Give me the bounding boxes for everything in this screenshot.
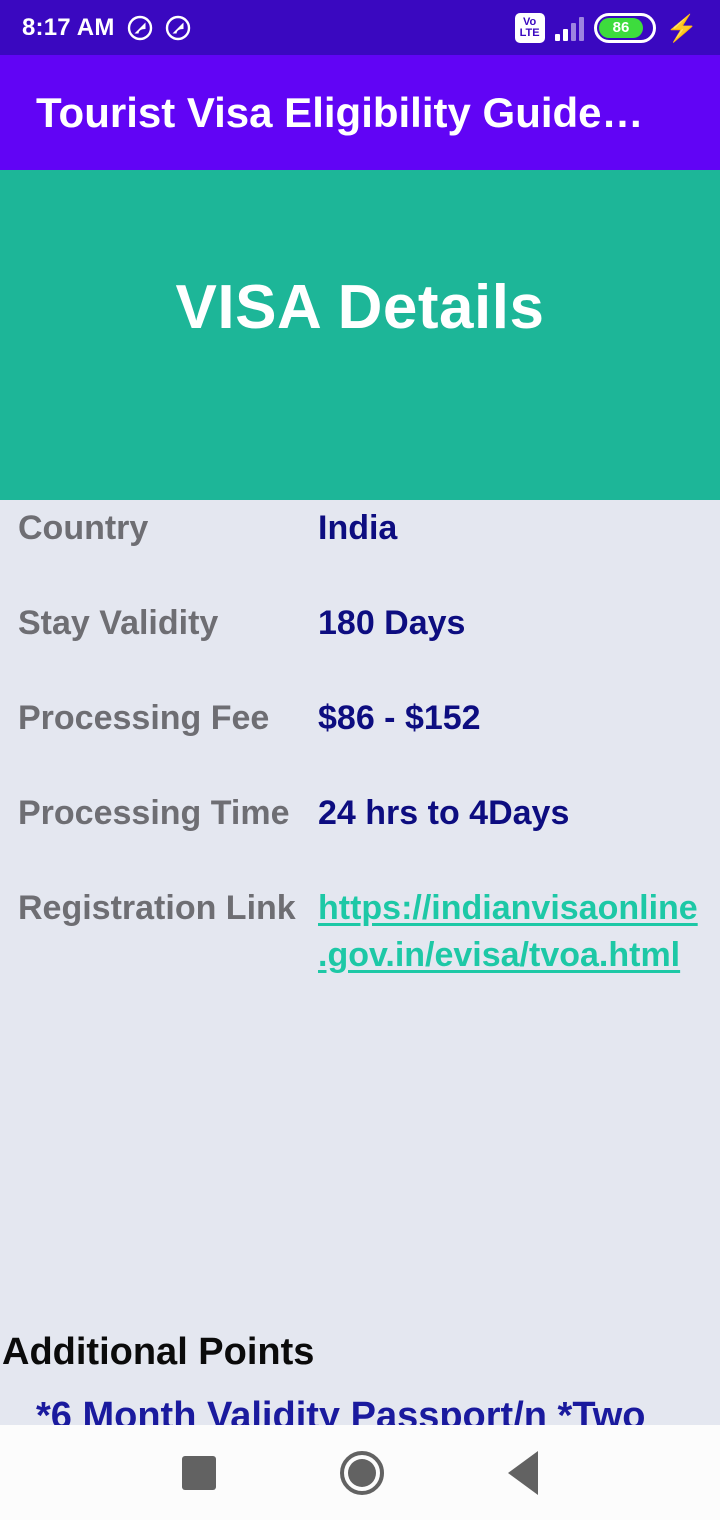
status-bar-clock: 8:17 AM	[22, 13, 115, 41]
registration-link[interactable]: https://indianvisaonline.gov.in/evisa/tv…	[318, 885, 702, 979]
charging-bolt-icon: ⚡	[665, 12, 698, 43]
notification-circle-icon	[127, 15, 153, 41]
volte-icon: Vo LTE	[514, 12, 545, 43]
status-bar-left: 8:17 AM	[22, 14, 191, 42]
square-recents-icon[interactable]	[182, 1455, 216, 1490]
app-bar: Tourist Visa Eligibility Guide…	[0, 55, 720, 170]
battery-percent-label: 86	[598, 17, 644, 38]
detail-label-processing-fee: Processing Fee	[18, 698, 270, 737]
detail-label-registration-link: Registration Link	[18, 888, 296, 927]
signal-bars-icon	[554, 15, 584, 41]
detail-label-processing-time: Processing Time	[18, 793, 290, 832]
detail-label-stay-validity: Stay Validity	[18, 603, 219, 642]
detail-value-stay-validity: 180 Days	[318, 603, 466, 642]
table-row: Stay Validity 180 Days	[18, 600, 702, 647]
circle-home-icon[interactable]	[340, 1450, 384, 1495]
detail-value-processing-time: 24 hrs to 4Days	[318, 793, 570, 832]
detail-value-country: India	[318, 509, 398, 547]
hero-header: VISA Details	[0, 170, 720, 500]
table-row: Processing Time 24 hrs to 4Days	[18, 790, 702, 837]
table-row: Country India	[18, 505, 702, 552]
status-bar: 8:17 AM Vo LTE 86 ⚡	[0, 0, 720, 55]
page-title: VISA Details	[175, 273, 545, 342]
app-title: Tourist Visa Eligibility Guide…	[36, 88, 644, 136]
triangle-back-icon[interactable]	[508, 1450, 538, 1495]
detail-value-processing-fee: $86 - $152	[318, 698, 481, 737]
table-row: Processing Fee $86 - $152	[18, 695, 702, 742]
battery-icon: 86	[593, 12, 656, 43]
visa-details-list: Country India Stay Validity 180 Days Pro…	[0, 505, 720, 1026]
notification-circle-icon	[165, 15, 191, 41]
volte-label-top: Vo	[523, 15, 537, 28]
phone-screen: 8:17 AM Vo LTE 86 ⚡ Tourist Visa Eligibi…	[0, 0, 720, 1520]
additional-points-heading: Additional Points	[2, 1331, 315, 1373]
detail-label-country: Country	[18, 509, 149, 547]
status-bar-right: Vo LTE 86 ⚡	[514, 12, 698, 43]
android-nav-bar	[0, 1425, 720, 1520]
table-row: Registration Link https://indianvisaonli…	[18, 885, 702, 979]
volte-label-bottom: LTE	[519, 26, 540, 39]
